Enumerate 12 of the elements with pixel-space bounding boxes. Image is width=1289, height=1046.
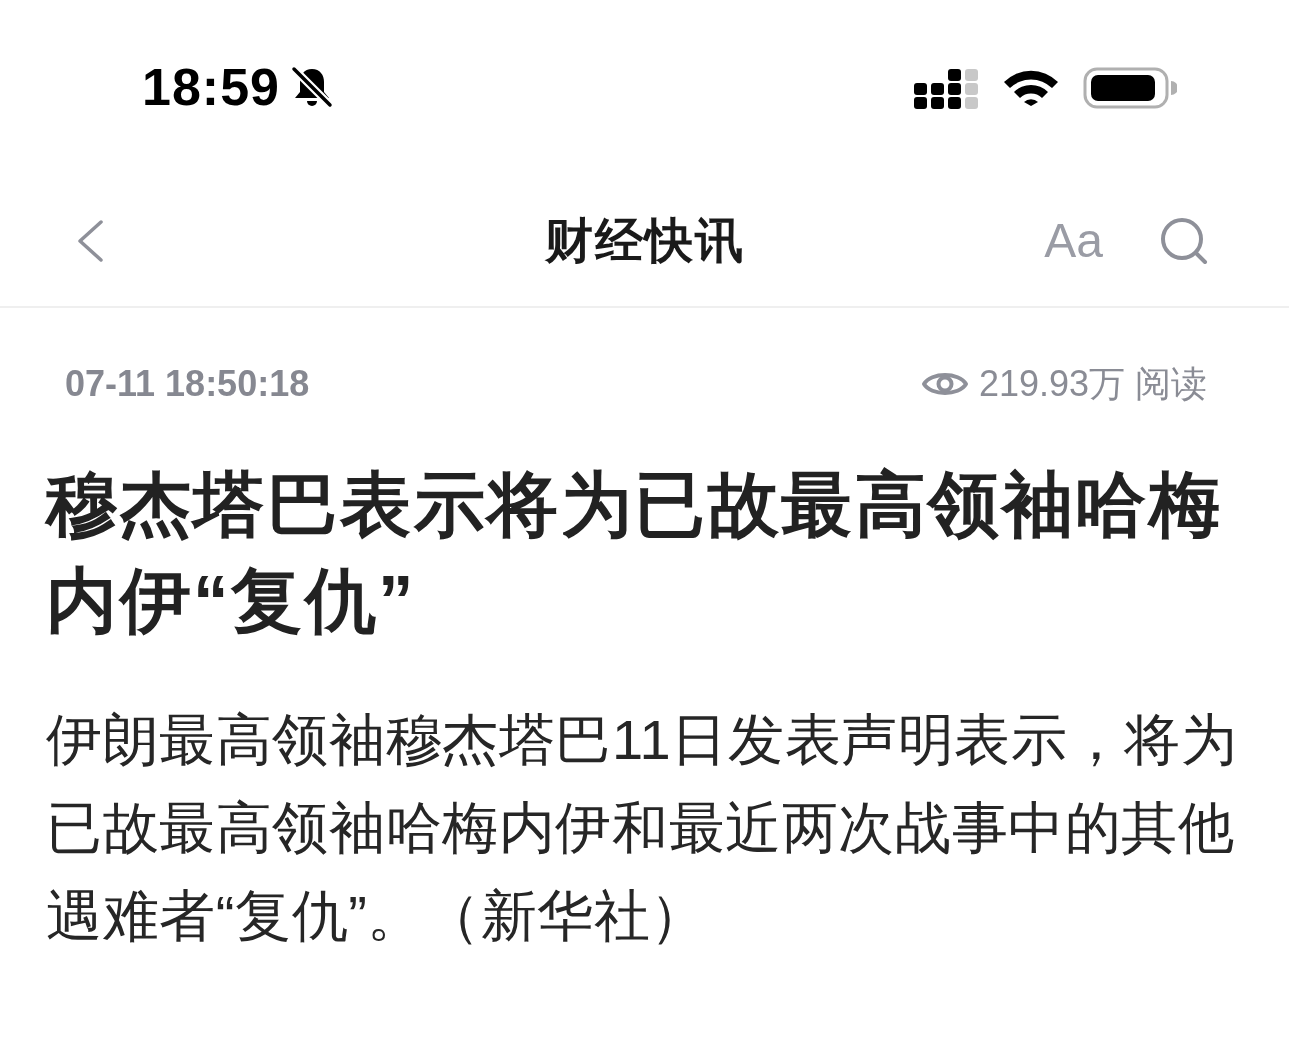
publish-timestamp: 07-11 18:50:18 [65, 366, 310, 402]
article-headline: 穆杰塔巴表示将为已故最高领袖哈梅内伊“复仇” [46, 464, 1223, 642]
font-size-button[interactable]: Aa [1044, 212, 1103, 270]
article-body: 伊朗最高领袖穆杰塔巴11日发表声明表示，将为已故最高领袖哈梅内伊和最近两次战事中的其他遇难者“复仇”。（新华社） [46, 707, 1239, 949]
search-icon[interactable] [1159, 216, 1209, 266]
nav-title: 财经快讯 [544, 213, 745, 270]
view-count: 219.93万 阅读 [978, 366, 1207, 402]
status-time: 18:59 [142, 61, 280, 113]
signal-icon [913, 67, 979, 109]
bell-slash-icon [290, 65, 334, 109]
battery-icon [1083, 67, 1177, 109]
back-icon[interactable] [76, 219, 104, 263]
